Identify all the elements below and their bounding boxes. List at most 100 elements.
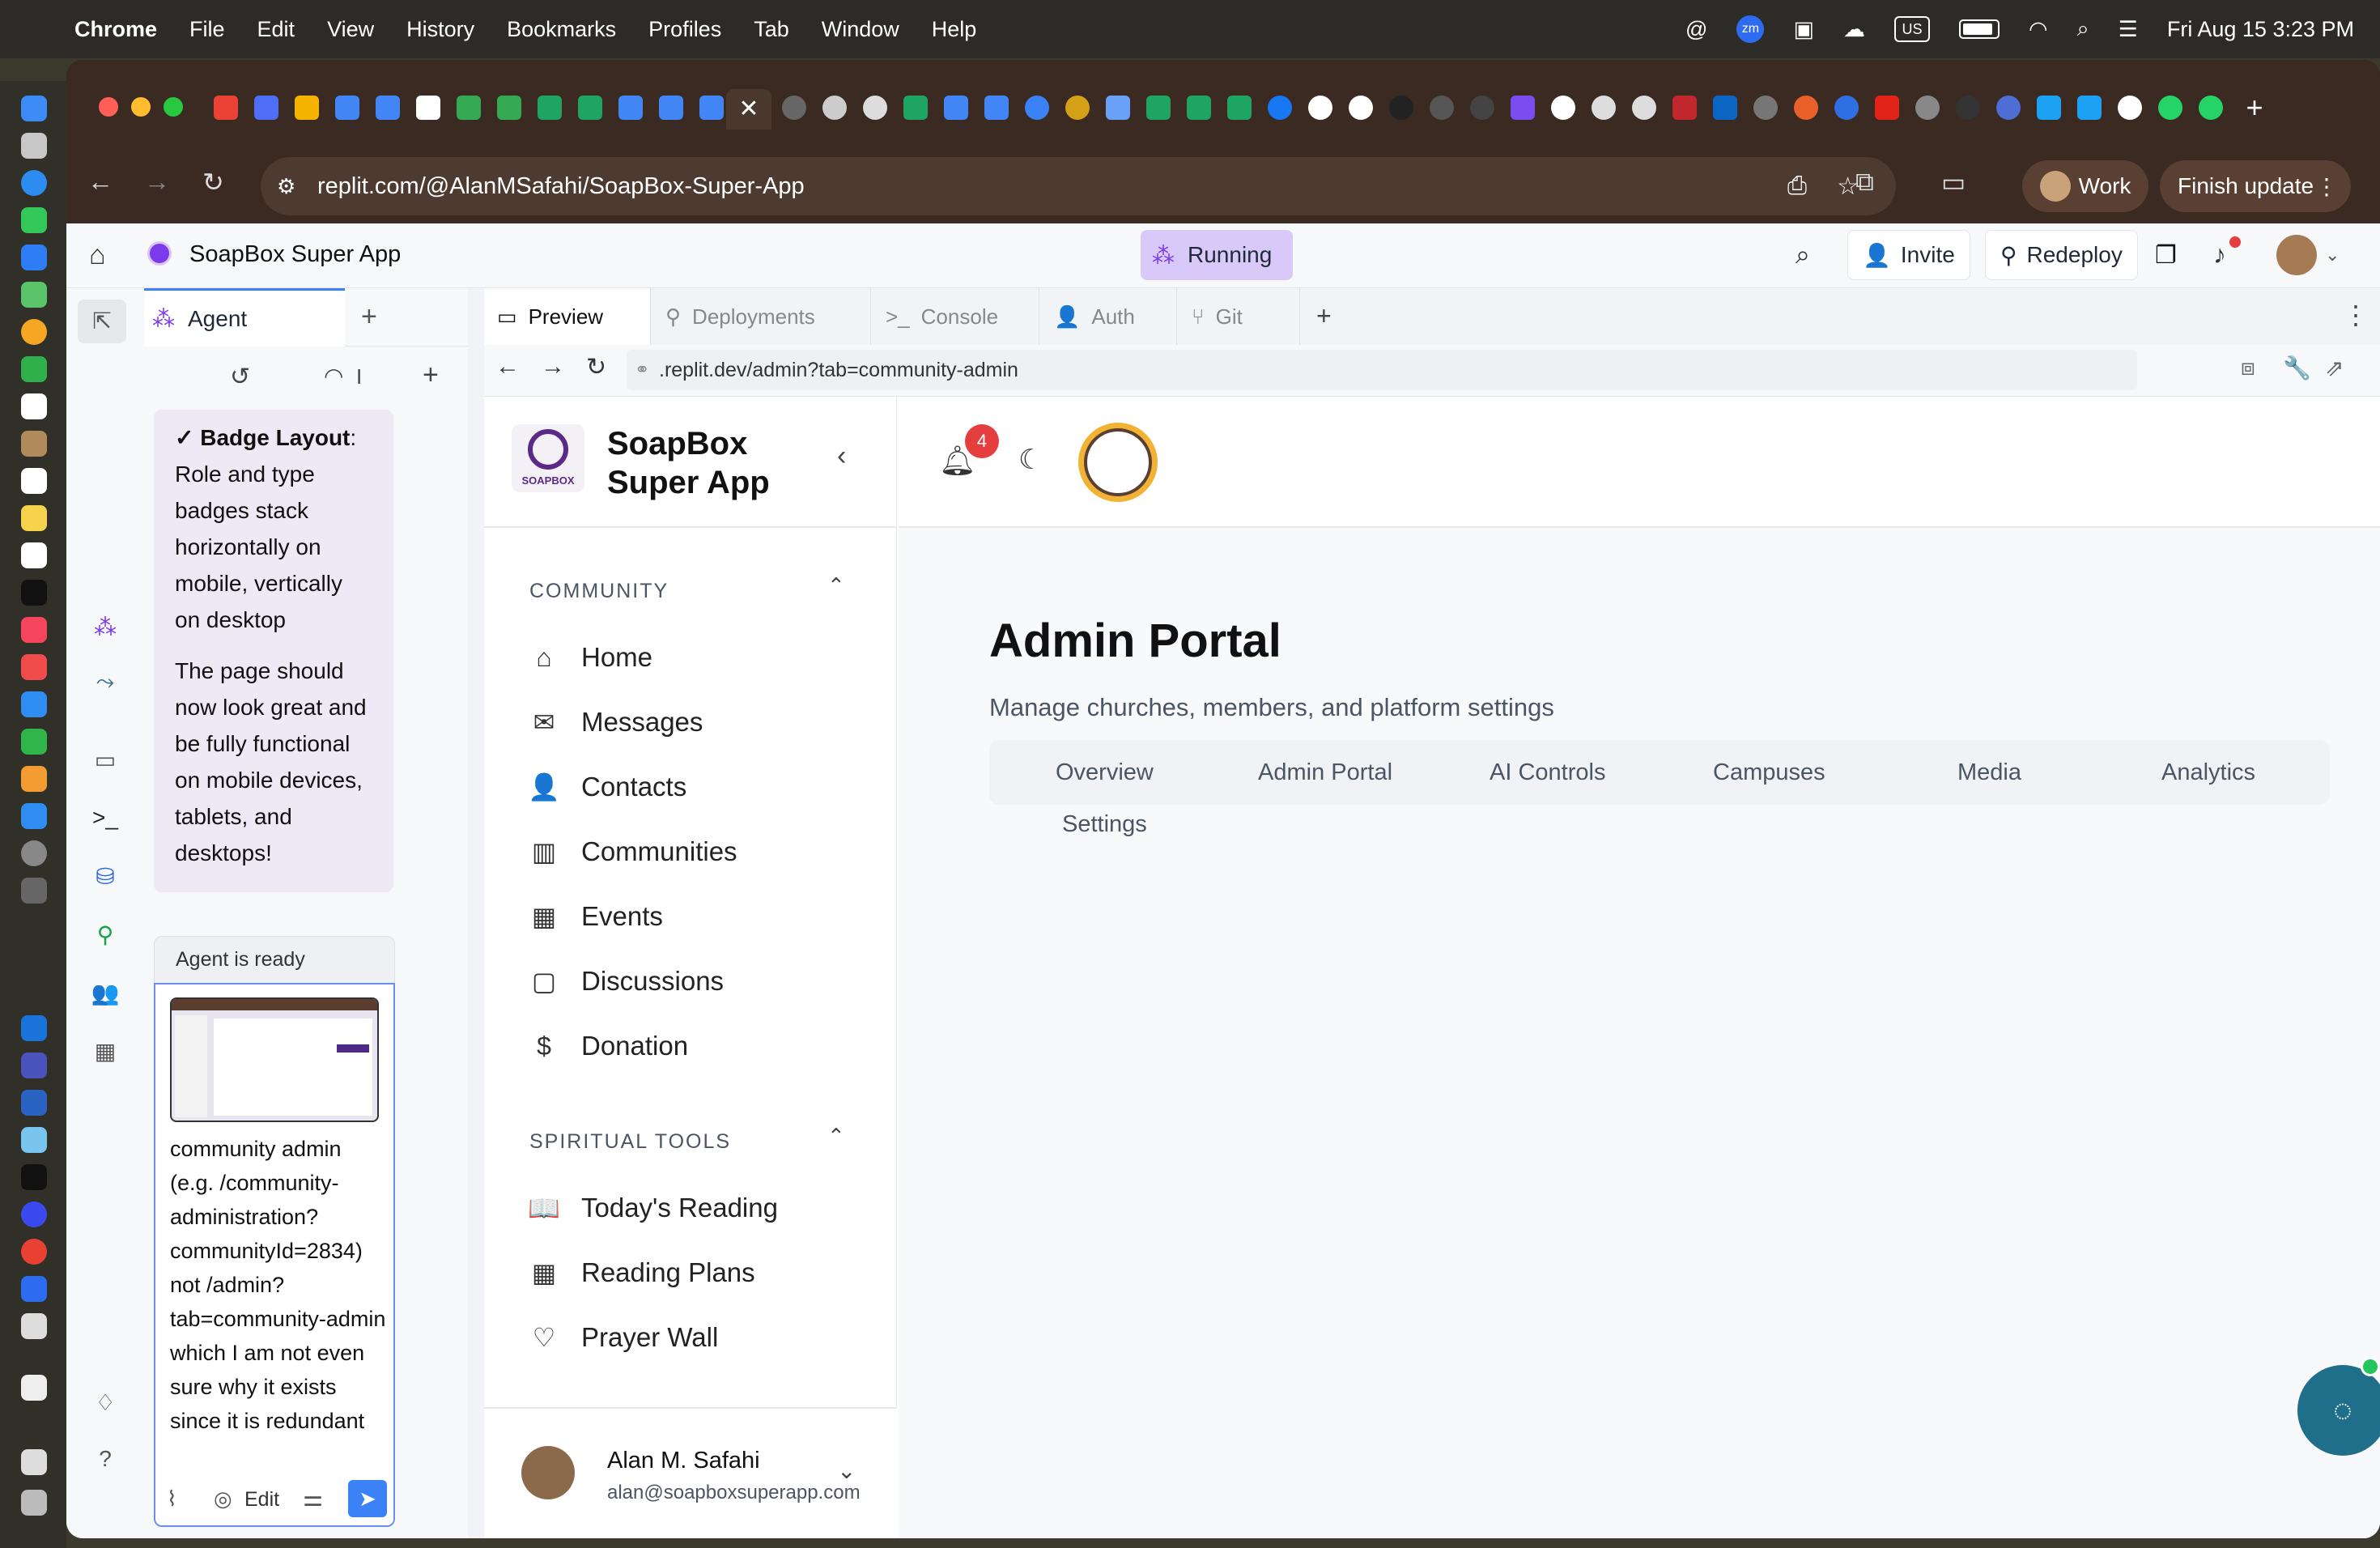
usage-gauge-icon[interactable]: ◠: [324, 363, 343, 389]
github-tab-icon[interactable]: [1308, 96, 1332, 120]
console-icon[interactable]: >_: [91, 805, 120, 834]
attached-screenshot-thumbnail[interactable]: [170, 997, 379, 1122]
sheets-tab-icon[interactable]: [538, 96, 562, 120]
tab-icon[interactable]: [1996, 96, 2021, 120]
chatgpt-tab-icon[interactable]: [822, 96, 847, 120]
whatsapp-tab-icon[interactable]: [2158, 96, 2182, 120]
preview-url-input[interactable]: ⚭ .replit.dev/admin?tab=community-admin: [627, 350, 2137, 390]
contacts-icon[interactable]: [21, 431, 47, 457]
tab-icon[interactable]: [254, 96, 278, 120]
calendar-tab-icon[interactable]: [416, 96, 440, 120]
docs-tab-icon[interactable]: [659, 96, 683, 120]
mail-icon[interactable]: [21, 245, 47, 270]
tv-icon[interactable]: [21, 580, 47, 606]
add-pane-tab-icon[interactable]: +: [1316, 301, 1332, 331]
chevron-up-icon[interactable]: ⌃: [827, 1124, 845, 1149]
settings-sliders-icon[interactable]: ⚌: [303, 1485, 323, 1512]
new-tab-button[interactable]: +: [2242, 93, 2267, 122]
docs-tab-icon[interactable]: [376, 96, 400, 120]
sheets-tab-icon[interactable]: [1227, 96, 1252, 120]
teams-icon[interactable]: [21, 1053, 47, 1078]
settings-icon[interactable]: [21, 840, 47, 866]
vpn-icon[interactable]: [21, 1201, 47, 1227]
back-arrow-icon[interactable]: ←: [87, 167, 113, 197]
at-sign-icon[interactable]: @: [1685, 17, 1707, 42]
preview-back-icon[interactable]: ←: [495, 353, 520, 381]
tab-icon[interactable]: [1470, 96, 1494, 120]
preview-forward-icon[interactable]: →: [541, 353, 565, 381]
header-avatar[interactable]: [1078, 423, 1158, 502]
finder-window-icon[interactable]: [21, 1127, 47, 1153]
tab-icon[interactable]: [2037, 96, 2061, 120]
weather-icon[interactable]: ☁: [1843, 17, 1865, 42]
menu-help[interactable]: Help: [932, 17, 977, 42]
photos-icon[interactable]: [21, 319, 47, 345]
whats-new-icon[interactable]: ♢: [91, 1389, 120, 1418]
nav-item-contacts[interactable]: 👤 Contacts: [528, 771, 686, 803]
close-window-button[interactable]: [99, 97, 118, 117]
google-tab-icon[interactable]: [2118, 96, 2142, 120]
tab-icon[interactable]: [1592, 96, 1616, 120]
new-chat-icon[interactable]: +: [423, 359, 439, 391]
kebab-menu-icon[interactable]: ⋮: [2315, 173, 2338, 200]
tab-icon[interactable]: [1915, 96, 1940, 120]
profile-button[interactable]: Work: [2022, 160, 2148, 212]
docs-tab-icon[interactable]: [699, 96, 724, 120]
nav-item-events[interactable]: ▦ Events: [528, 900, 663, 933]
facetime-icon[interactable]: [21, 356, 47, 382]
tab-icon[interactable]: [1430, 96, 1454, 120]
chevron-down-icon[interactable]: ⌄: [2325, 245, 2340, 266]
docs-tab-icon[interactable]: [944, 96, 968, 120]
nav-item-reading-plans[interactable]: ▦ Reading Plans: [528, 1257, 755, 1289]
edit-mode-icon[interactable]: ◎: [214, 1486, 232, 1512]
zoom-dock-icon[interactable]: [21, 1276, 47, 1302]
user-avatar[interactable]: [2276, 235, 2317, 275]
collapse-sidebar-icon[interactable]: ‹: [837, 440, 846, 472]
meet-tab-icon[interactable]: [497, 96, 521, 120]
user-profile-footer[interactable]: Alan M. Safahi alan@soapboxsuperapp.com …: [484, 1407, 897, 1538]
notes-icon[interactable]: [21, 505, 47, 531]
outlook-dock-icon[interactable]: [21, 1015, 47, 1041]
facebook-tab-icon[interactable]: [1268, 96, 1292, 120]
freeform-icon[interactable]: [21, 542, 47, 568]
dark-mode-moon-icon[interactable]: ☾: [1018, 444, 1043, 476]
tab-icon[interactable]: [2077, 96, 2102, 120]
drive-tab-icon[interactable]: [295, 96, 319, 120]
toggle-panel-icon[interactable]: ⇱: [78, 300, 126, 343]
tab-campuses[interactable]: Campuses: [1713, 759, 1825, 786]
help-icon[interactable]: ?: [91, 1446, 120, 1475]
devices-icon[interactable]: ⧈: [2241, 355, 2255, 381]
google-tab-icon[interactable]: [1551, 96, 1575, 120]
battery-icon[interactable]: [1958, 19, 2000, 39]
zoom-icon[interactable]: zm: [1736, 15, 1765, 43]
agent-composer[interactable]: community admin (e.g. /community-adminis…: [154, 983, 395, 1527]
tab-icon[interactable]: [1632, 96, 1656, 120]
menu-history[interactable]: History: [406, 17, 474, 42]
side-panel-icon[interactable]: ▭: [1941, 167, 1966, 198]
edit-mode-label[interactable]: Edit: [244, 1488, 279, 1512]
attach-paperclip-icon[interactable]: ⌇: [167, 1486, 177, 1512]
messages-icon[interactable]: [21, 207, 47, 233]
music-icon[interactable]: [21, 617, 47, 643]
google-tab-icon[interactable]: [1349, 96, 1373, 120]
control-center-icon[interactable]: ☰: [2119, 17, 2138, 42]
iphone-mirroring-icon[interactable]: [21, 878, 47, 904]
reminders-icon[interactable]: [21, 468, 47, 494]
copy-icon[interactable]: ❐: [2155, 241, 2177, 270]
tab-icon[interactable]: [1834, 96, 1859, 120]
menu-window[interactable]: Window: [822, 17, 899, 42]
menu-file[interactable]: File: [189, 17, 225, 42]
document-icon[interactable]: [21, 1375, 47, 1401]
tab-icon[interactable]: [1511, 96, 1535, 120]
search-icon[interactable]: ⌕: [1796, 240, 1810, 270]
docs-tab-icon[interactable]: [984, 96, 1009, 120]
address-bar[interactable]: ⚙ replit.com/@AlanMSafahi/SoapBox-Super-…: [261, 157, 1896, 215]
tab-settings[interactable]: Settings: [1062, 811, 1147, 838]
tab-ai-controls[interactable]: AI Controls: [1490, 759, 1605, 786]
nav-item-communities[interactable]: ▥ Communities: [528, 836, 737, 868]
safari-icon[interactable]: [21, 170, 47, 196]
tab-overview[interactable]: Overview: [1056, 759, 1154, 786]
menu-tab[interactable]: Tab: [754, 17, 789, 42]
chrome-dock-icon[interactable]: [21, 1239, 47, 1265]
home-icon[interactable]: ⌂: [89, 240, 106, 271]
